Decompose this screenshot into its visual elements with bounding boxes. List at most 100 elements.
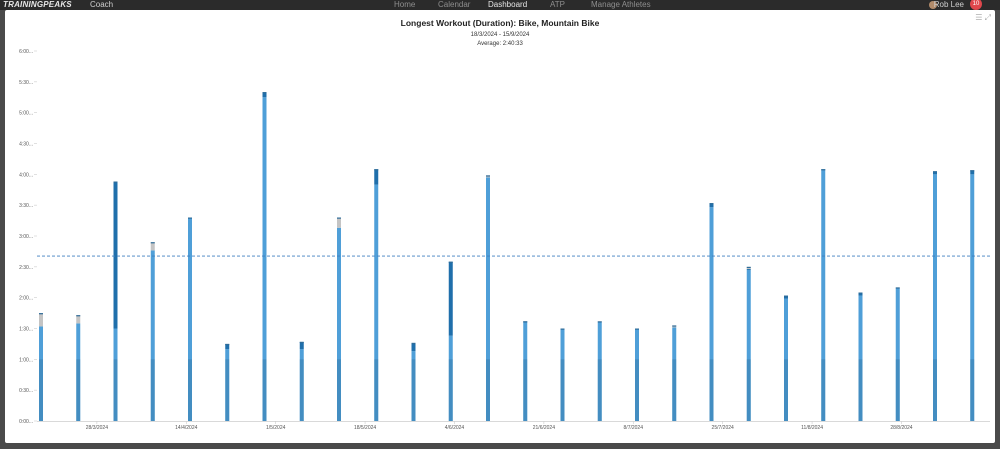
bar-base [597, 359, 602, 421]
brand-logo[interactable]: TRAININGPEAKS [3, 0, 72, 10]
bar-base [262, 359, 267, 421]
bar-segment [337, 217, 341, 228]
x-tick-label: 14/4/2024 [175, 425, 197, 431]
average-label: Average: 2:40:33 [477, 41, 523, 47]
y-tick-label: 1:00... [19, 357, 33, 363]
bar-segment [76, 315, 81, 324]
bar-cap [970, 170, 975, 172]
x-tick-label: 4/6/2024 [445, 425, 465, 431]
y-tick-label: 2:30... [19, 265, 33, 271]
bar-base [486, 359, 490, 421]
bar-cap [374, 169, 379, 171]
menu-icon[interactable]: ☰ [975, 13, 982, 22]
bar-cap [225, 343, 230, 346]
bar-base [635, 359, 639, 421]
bar-segment [113, 181, 118, 329]
bar-cap [635, 328, 639, 330]
y-tick-label: 0:00... [19, 419, 33, 425]
bar-cap [188, 217, 192, 219]
bar-cap [448, 261, 453, 263]
coach-label[interactable]: Coach [90, 0, 113, 10]
bar-base [39, 359, 43, 421]
x-tick-label: 11/8/2024 [801, 425, 823, 431]
bar-segment [448, 261, 453, 336]
bar-base [374, 359, 379, 421]
bar-cap [411, 342, 416, 345]
y-tick-label: 3:30... [19, 203, 33, 209]
y-tick-label: 3:00... [19, 234, 33, 240]
bar-base [970, 359, 975, 421]
x-tick-label: 28/8/2024 [890, 425, 912, 431]
bars-group [39, 92, 975, 421]
x-tick-label: 21/6/2024 [533, 425, 555, 431]
bar-cap [858, 292, 863, 294]
bar-base [150, 359, 155, 421]
bar-segment [746, 268, 751, 270]
chart-subtitle: 18/3/2024 - 15/9/2024 [471, 32, 530, 38]
bar-base [933, 359, 937, 421]
chart-tools: ☰ ⤢ [975, 13, 991, 23]
bar-base [821, 359, 826, 421]
bar-base [299, 359, 304, 421]
y-tick-label: 6:00... [19, 49, 33, 55]
bar-cap [560, 328, 565, 330]
bar-base [225, 359, 230, 421]
nav-dashboard[interactable]: Dashboard [488, 0, 527, 10]
user-name[interactable]: Rob Lee [934, 0, 964, 10]
y-tick-label: 5:00... [19, 111, 33, 117]
bar-cap [933, 171, 937, 173]
y-tick-label: 4:30... [19, 142, 33, 148]
axes-group: 0:00... 0:30... 1:00... 1:30... 2:00... 2:30.… [19, 49, 990, 431]
bar-cap [299, 341, 304, 344]
top-navigation-bar: TRAININGPEAKS Coach Home Calendar Dashbo… [0, 0, 1000, 10]
bar-base [858, 359, 863, 421]
bar-base [411, 359, 416, 421]
bar-segment [374, 169, 379, 185]
chart-panel: ☰ ⤢ Longest Workout (Duration): Bike, Mo… [5, 10, 995, 443]
bar-cap [262, 92, 267, 94]
nav-manage-athletes[interactable]: Manage Athletes [591, 0, 651, 10]
bar-cap [39, 313, 43, 315]
bar-base [113, 359, 118, 421]
bar-base [784, 359, 788, 421]
bar-cap [113, 181, 118, 183]
y-tick-label: 2:00... [19, 296, 33, 302]
y-tick-label: 1:30... [19, 327, 33, 333]
bar-segment [411, 342, 416, 352]
bar-base [188, 359, 192, 421]
nav-home[interactable]: Home [394, 0, 415, 10]
x-tick-label: 1/5/2024 [266, 425, 286, 431]
bar-base [895, 359, 900, 421]
bar-cap [895, 287, 900, 289]
bar-cap [150, 242, 155, 244]
x-tick-label: 28/3/2024 [86, 425, 108, 431]
bar-cap [709, 203, 714, 205]
bar-chart: Longest Workout (Duration): Bike, Mounta… [19, 18, 990, 431]
bar-cap [821, 169, 826, 171]
bar-base [709, 359, 714, 421]
nav-calendar[interactable]: Calendar [438, 0, 470, 10]
notification-badge[interactable]: 10 [970, 0, 982, 10]
y-tick-label: 0:30... [19, 388, 33, 394]
x-tick-label: 8/7/2024 [624, 425, 644, 431]
bar-cap [486, 175, 490, 177]
nav-atp[interactable]: ATP [550, 0, 565, 10]
bar-segment [39, 313, 43, 327]
bar-cap [746, 266, 751, 269]
bar-cap [672, 325, 677, 327]
bar-base [672, 359, 677, 421]
expand-icon[interactable]: ⤢ [985, 13, 991, 22]
bar-cap [337, 217, 341, 219]
bar-cap [76, 315, 81, 317]
bar-base [76, 359, 81, 421]
bar-cap [523, 321, 528, 323]
bar-base [523, 359, 528, 421]
y-tick-label: 5:30... [19, 80, 33, 86]
bar-cap [597, 321, 602, 323]
bar-base [448, 359, 453, 421]
x-tick-label: 18/5/2024 [354, 425, 376, 431]
bar-base [560, 359, 565, 421]
bar-cap [784, 295, 788, 297]
bar-base [746, 359, 751, 421]
chart-title: Longest Workout (Duration): Bike, Mounta… [401, 18, 600, 28]
